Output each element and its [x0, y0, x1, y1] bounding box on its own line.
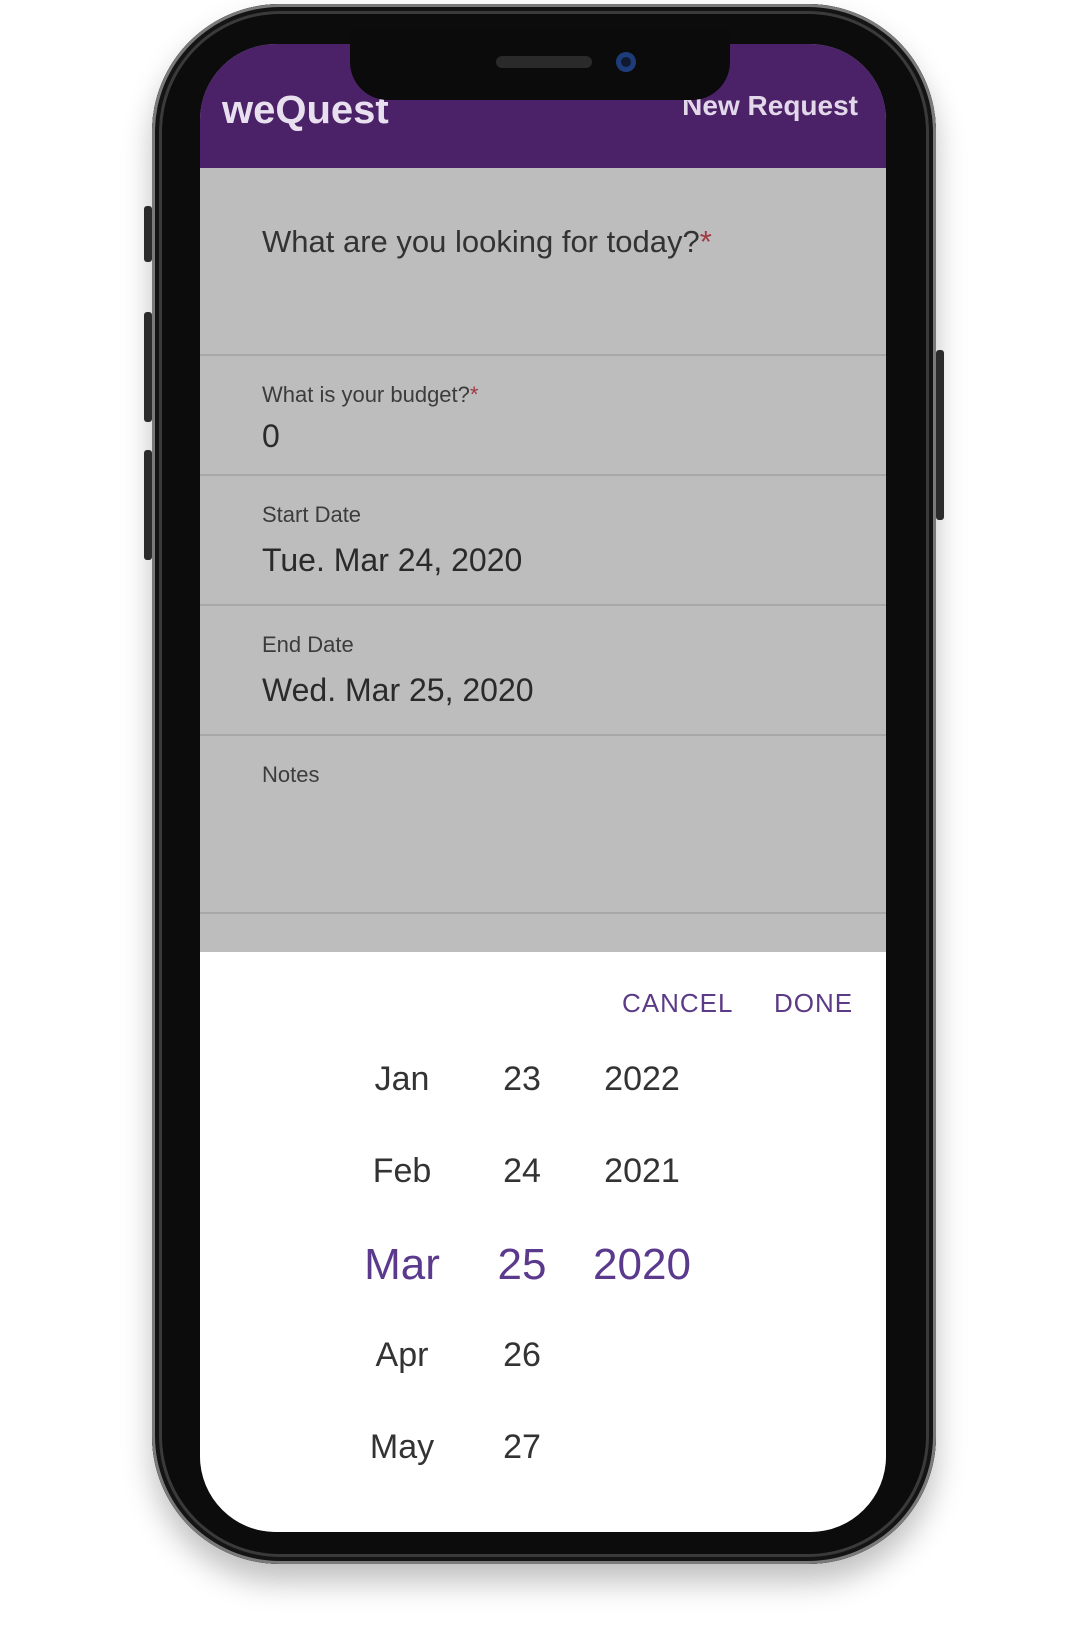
month-option[interactable]: May: [342, 1428, 462, 1467]
start-date-field[interactable]: Start Date Tue. Mar 24, 2020: [200, 476, 886, 606]
day-option[interactable]: 23: [462, 1060, 582, 1099]
budget-field[interactable]: What is your budget?* 0: [200, 356, 886, 476]
looking-for-field[interactable]: What are you looking for today?*: [200, 168, 886, 356]
power-button: [936, 350, 944, 520]
done-button[interactable]: DONE: [774, 988, 853, 1019]
date-picker-sheet: CANCEL DONE Jan Feb Mar Apr May 23 24 25…: [200, 952, 886, 1532]
request-form: What are you looking for today?* What is…: [200, 168, 886, 952]
app-logo: weQuest: [222, 88, 389, 132]
year-option[interactable]: 2021: [582, 1152, 702, 1191]
day-option-selected[interactable]: 25: [462, 1240, 582, 1290]
speaker-grille: [496, 56, 592, 68]
phone-screen: weQuest New Request What are you looking…: [200, 44, 886, 1532]
end-date-label: End Date: [262, 632, 354, 657]
volume-up-button: [144, 312, 152, 422]
day-option[interactable]: 27: [462, 1428, 582, 1467]
start-date-label: Start Date: [262, 502, 362, 527]
budget-value: 0: [262, 418, 280, 454]
notes-field[interactable]: Notes: [200, 736, 886, 914]
volume-down-button: [144, 450, 152, 560]
required-marker: *: [469, 382, 479, 407]
month-option[interactable]: Jan: [342, 1060, 462, 1099]
notes-label: Notes: [262, 762, 320, 787]
budget-label: What is your budget?: [262, 382, 470, 407]
end-date-value: Wed. Mar 25, 2020: [262, 672, 534, 708]
mute-switch: [144, 206, 152, 262]
year-option[interactable]: 2022: [582, 1060, 702, 1099]
day-option[interactable]: 24: [462, 1152, 582, 1191]
month-option-selected[interactable]: Mar: [342, 1240, 462, 1290]
end-date-field[interactable]: End Date Wed. Mar 25, 2020: [200, 606, 886, 736]
month-option[interactable]: Feb: [342, 1152, 462, 1191]
cancel-button[interactable]: CANCEL: [622, 988, 733, 1019]
front-camera-icon: [616, 52, 636, 72]
required-marker: *: [699, 224, 712, 259]
start-date-value: Tue. Mar 24, 2020: [262, 542, 523, 578]
day-option[interactable]: 26: [462, 1336, 582, 1375]
year-option-selected[interactable]: 2020: [582, 1240, 702, 1290]
month-option[interactable]: Apr: [342, 1336, 462, 1375]
looking-for-label: What are you looking for today?: [262, 224, 700, 259]
